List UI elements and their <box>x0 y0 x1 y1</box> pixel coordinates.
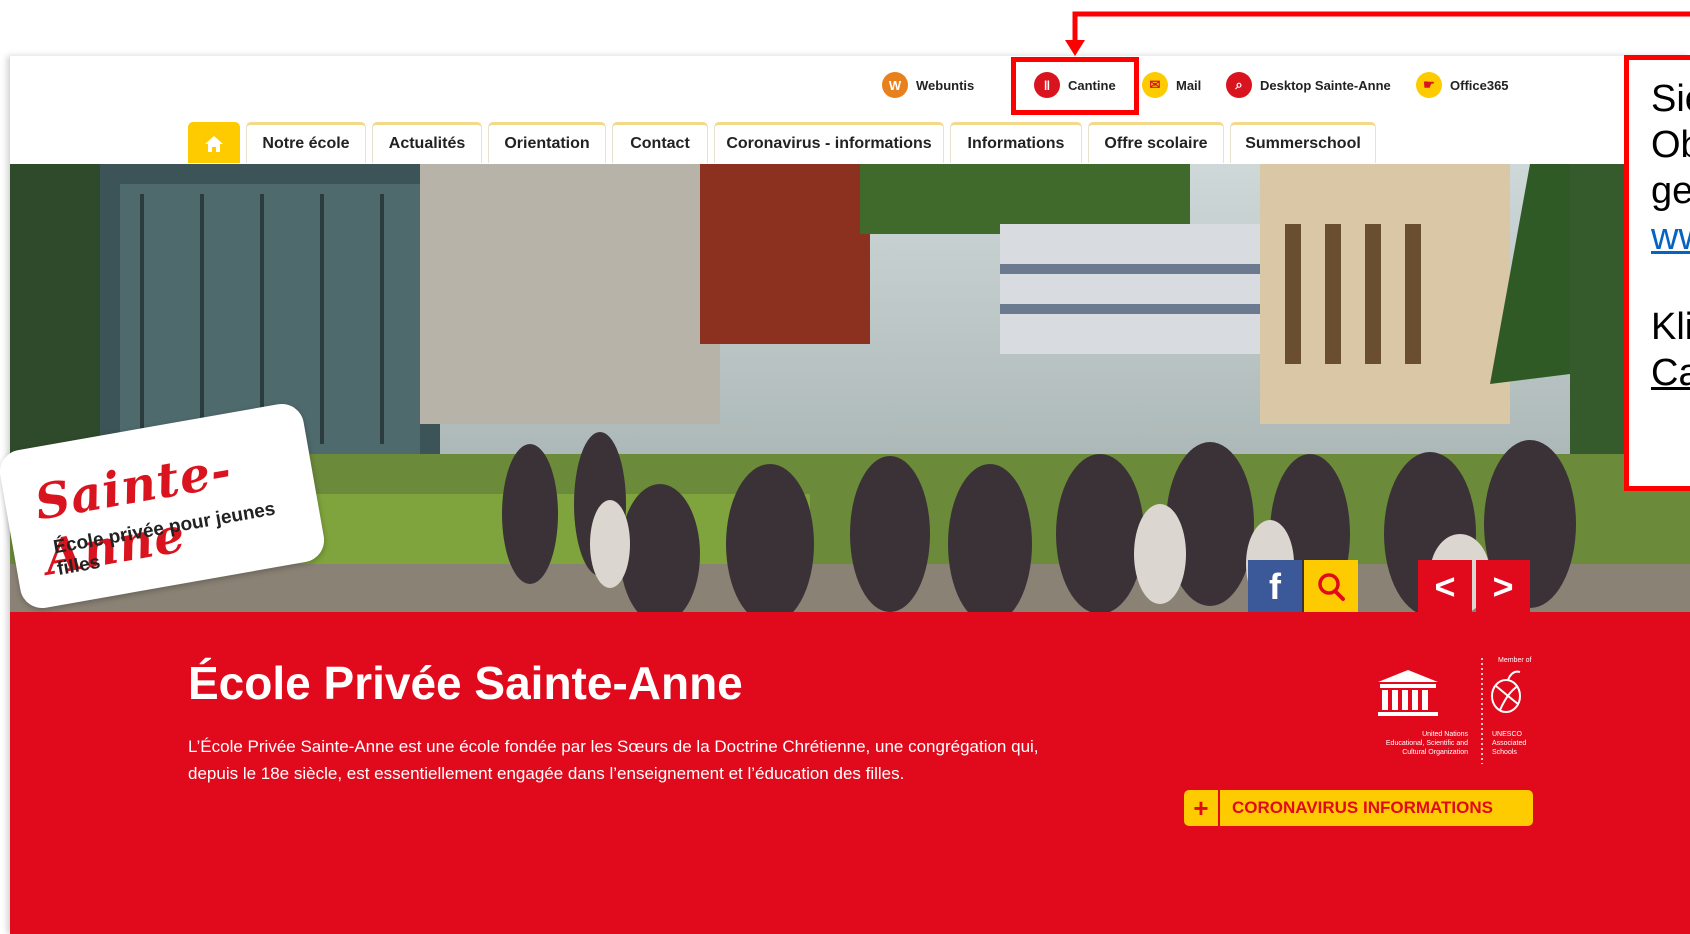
annotation-line: Kli <box>1651 306 1690 348</box>
annotation-link[interactable]: ww <box>1651 216 1690 259</box>
cantine-highlight-box <box>1011 57 1139 115</box>
annotation-line: ge <box>1651 170 1690 212</box>
annotation-callout: Sie Ob ge ww Kli Ca <box>1624 55 1690 491</box>
annotation-arrow <box>1065 11 1690 56</box>
annotation-line: Ob <box>1651 124 1690 166</box>
annotation-line: Sie <box>1651 78 1690 120</box>
annotation-line: Ca <box>1651 352 1690 394</box>
